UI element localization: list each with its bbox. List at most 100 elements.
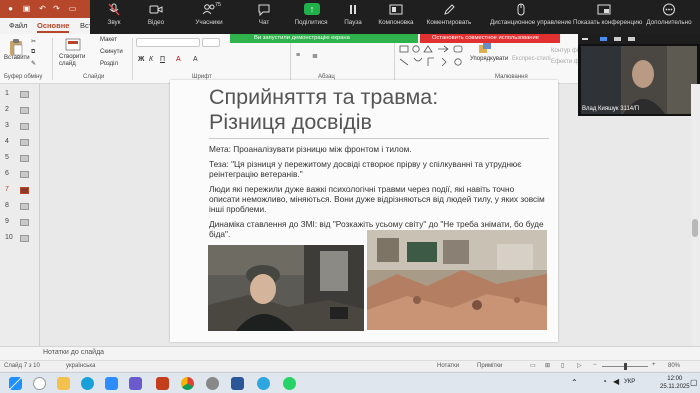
sorter-view-icon[interactable]: ⊞ bbox=[545, 362, 550, 369]
soldier-selfie-photo[interactable] bbox=[208, 245, 364, 331]
powerpoint-icon[interactable] bbox=[156, 377, 169, 390]
underline-icon[interactable]: П bbox=[160, 56, 165, 63]
language-indicator[interactable]: українська bbox=[66, 363, 96, 369]
keyboard-language[interactable]: УКР bbox=[624, 379, 635, 385]
scrollbar-thumb[interactable] bbox=[692, 219, 698, 237]
network-icon[interactable]: ◔ bbox=[602, 377, 607, 386]
paste-icon[interactable] bbox=[8, 38, 24, 56]
reset-button[interactable]: Скинути bbox=[100, 49, 123, 55]
search-icon[interactable] bbox=[33, 377, 46, 390]
zoom-slider[interactable] bbox=[602, 363, 648, 370]
slide-paragraph[interactable]: Люди які пережили дуже важкі психологічн… bbox=[209, 184, 545, 214]
chat-icon bbox=[257, 3, 271, 17]
paste-button[interactable]: Вставити bbox=[4, 55, 30, 61]
participants-button[interactable]: 75 Учасники bbox=[178, 2, 240, 33]
participants-icon bbox=[202, 3, 216, 16]
word-icon[interactable] bbox=[231, 377, 244, 390]
cut-icon[interactable]: ✂ bbox=[31, 38, 36, 45]
section-button[interactable]: Розділ bbox=[100, 61, 118, 67]
notes-pane[interactable]: Нотатки до слайда bbox=[0, 346, 700, 360]
remote-control-label: Дистанционное управление bbox=[490, 19, 572, 26]
zoom-meeting-toolbar: Звук Відео 75 Учасники Чат ↑ Поділитися … bbox=[90, 0, 700, 34]
telegram-icon[interactable] bbox=[257, 377, 270, 390]
vertical-scrollbar[interactable] bbox=[691, 84, 700, 346]
redo-icon[interactable]: ↷ bbox=[52, 4, 61, 13]
zoom-level[interactable]: 80% bbox=[668, 363, 680, 369]
zoom-app-icon[interactable] bbox=[105, 377, 118, 390]
settings-icon[interactable] bbox=[206, 377, 219, 390]
file-explorer-icon[interactable] bbox=[57, 377, 70, 390]
slide-thumbnail[interactable]: 3 bbox=[3, 122, 37, 132]
slideshow-view-icon[interactable]: ▷ bbox=[577, 362, 582, 369]
new-slide-icon[interactable] bbox=[65, 38, 81, 52]
normal-view-icon[interactable]: ▭ bbox=[530, 362, 536, 369]
slide-thumbnail[interactable]: 2 bbox=[3, 106, 37, 116]
speaker-icon[interactable]: ◀ bbox=[613, 377, 619, 386]
slide-thumbnail[interactable]: 4 bbox=[3, 138, 37, 148]
font-color-icon[interactable]: A bbox=[176, 56, 181, 63]
notes-toggle[interactable]: Нотатки bbox=[437, 363, 459, 369]
slide-goal[interactable]: Мета: Проаналізувати різницю між фронтом… bbox=[209, 144, 545, 154]
copy-icon[interactable]: ⧉ bbox=[31, 49, 35, 56]
italic-icon[interactable]: К bbox=[149, 56, 153, 63]
store-icon[interactable] bbox=[129, 377, 142, 390]
share-screen-icon: ↑ bbox=[304, 3, 320, 16]
whatsapp-icon[interactable] bbox=[283, 377, 296, 390]
zoom-out-icon[interactable]: − bbox=[593, 362, 597, 368]
layout-button[interactable]: Макет bbox=[100, 37, 117, 43]
group-separator bbox=[290, 38, 291, 80]
annotate-button[interactable]: Коментировать bbox=[418, 3, 480, 33]
status-bar: Слайд 7 з 10 українська Нотатки Примітки… bbox=[0, 360, 700, 371]
slide-thumbnail[interactable]: 8 bbox=[3, 202, 37, 212]
slide-number: 2 bbox=[5, 106, 9, 113]
tab-file[interactable]: Файл bbox=[9, 21, 27, 30]
notifications-icon[interactable]: ▢ bbox=[690, 378, 698, 387]
save-icon[interactable]: ▣ bbox=[22, 4, 31, 13]
clock[interactable]: 12:00 25.11.2025 bbox=[660, 375, 690, 391]
video-panel-toolbar[interactable] bbox=[578, 34, 700, 44]
shapes-gallery-icon[interactable] bbox=[398, 44, 472, 72]
bullets-icon[interactable]: ≡ bbox=[296, 52, 300, 59]
show-meeting-label: Показать конференцию bbox=[573, 19, 643, 26]
slide-thumbnail[interactable]: 5 bbox=[3, 154, 37, 164]
zoom-in-icon[interactable]: + bbox=[652, 362, 656, 368]
quick-styles-button[interactable]: Експрес-стилі bbox=[512, 56, 551, 62]
slide-thumbnail-image bbox=[20, 235, 29, 242]
autosave-icon[interactable]: ● bbox=[6, 4, 15, 13]
font-size-box[interactable] bbox=[202, 38, 220, 47]
current-slide[interactable]: Сприйняття та травма: Різниця досвідів М… bbox=[170, 80, 558, 342]
font-name-box[interactable] bbox=[136, 38, 200, 47]
format-painter-icon[interactable]: ✎ bbox=[31, 60, 36, 67]
align-icon[interactable]: ≣ bbox=[312, 52, 318, 60]
slide-thumbnail[interactable]: 6 bbox=[3, 170, 37, 180]
undo-icon[interactable]: ↶ bbox=[38, 4, 47, 13]
bold-icon[interactable]: Ж bbox=[138, 56, 144, 63]
slide-thumbnail[interactable]: 1 bbox=[3, 90, 37, 100]
show-meeting-button[interactable]: Показать конференцию bbox=[573, 3, 643, 33]
slide-thumbnail-image bbox=[20, 171, 29, 178]
destroyed-school-photo[interactable] bbox=[367, 230, 547, 330]
slide-thumbnail-active[interactable]: 7 bbox=[3, 186, 37, 196]
zoom-slider-thumb[interactable] bbox=[624, 363, 627, 370]
chrome-icon[interactable] bbox=[181, 377, 194, 390]
arrange-button[interactable]: Упорядкувати bbox=[470, 56, 508, 62]
reading-view-icon[interactable]: ▯ bbox=[561, 362, 564, 369]
comments-toggle[interactable]: Примітки bbox=[477, 363, 502, 369]
clear-format-icon[interactable]: A bbox=[193, 56, 198, 63]
slide-thumbnail-image bbox=[20, 107, 29, 114]
slide-thumbnail[interactable]: 9 bbox=[3, 218, 37, 228]
edge-icon[interactable] bbox=[81, 377, 94, 390]
video-camera-icon bbox=[149, 3, 163, 16]
slide-thesis[interactable]: Теза: "Ця різниця у пережитому досвіді с… bbox=[209, 159, 545, 179]
layout-icon bbox=[389, 3, 403, 16]
stop-share-button[interactable]: Остановить совместное использование bbox=[420, 34, 560, 43]
new-slide-button[interactable]: Створити слайд bbox=[59, 54, 89, 68]
present-icon[interactable]: ▭ bbox=[68, 4, 77, 13]
system-tray-up-icon[interactable]: ⌃ bbox=[571, 378, 578, 387]
slide-title[interactable]: Сприйняття та травма: Різниця досвідів bbox=[209, 85, 438, 135]
more-button[interactable]: Дополнительно bbox=[638, 3, 700, 33]
tab-home[interactable]: Основне bbox=[37, 21, 70, 33]
windows-start-icon[interactable] bbox=[9, 377, 22, 390]
slide-thumbnail[interactable]: 10 bbox=[3, 234, 37, 244]
remote-control-button[interactable]: Дистанционное управление bbox=[490, 3, 572, 33]
